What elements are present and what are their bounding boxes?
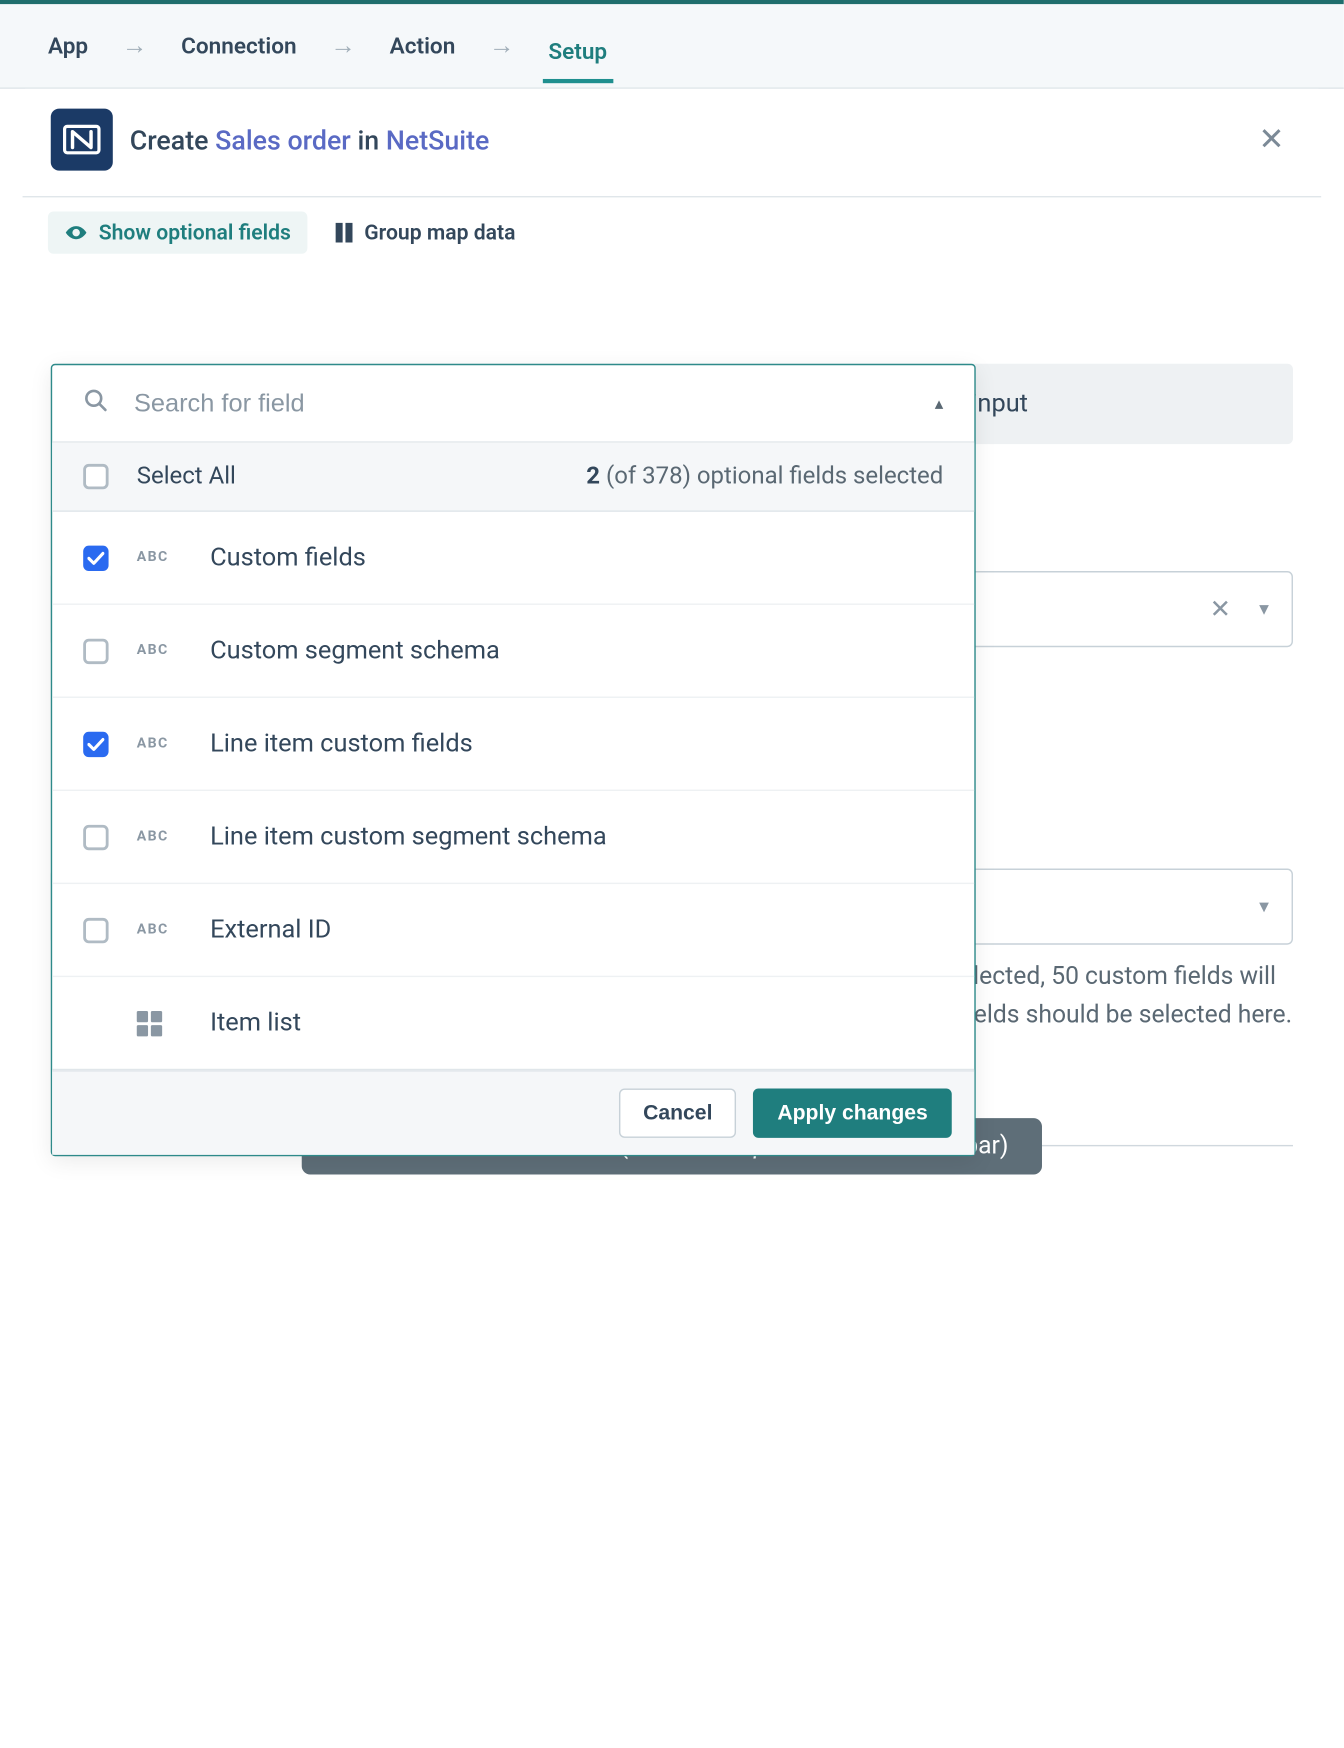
chevron-down-icon[interactable]: ▾: [1259, 598, 1269, 621]
dropdown-item[interactable]: Item list: [52, 977, 974, 1070]
dropdown-footer: Cancel Apply changes: [52, 1070, 974, 1155]
arrow-icon: →: [319, 31, 367, 61]
title-prefix: Create: [130, 123, 215, 155]
content-area: Enter custom field internal names, separ…: [23, 364, 1322, 1174]
dropdown-item[interactable]: ABC External ID: [52, 884, 974, 977]
show-optional-fields-button[interactable]: Show optional fields: [48, 212, 308, 254]
select-all-checkbox[interactable]: [83, 464, 108, 489]
caret-up-icon[interactable]: ▴: [935, 393, 944, 413]
item-label: Line item custom segment schema: [210, 822, 607, 852]
arrow-icon: →: [478, 31, 526, 61]
abc-type-icon: ABC: [137, 829, 182, 845]
grid-type-icon: [137, 1010, 162, 1035]
group-map-label: Group map data: [364, 220, 515, 245]
app-link[interactable]: NetSuite: [386, 123, 490, 155]
toolbar: Show optional fields Group map data: [23, 197, 1322, 265]
item-label: External ID: [210, 915, 331, 945]
card-header: Create Sales order in NetSuite ✕: [23, 89, 1322, 198]
dropdown-list: ABC Custom fields ABC Custom segment schema…: [52, 512, 974, 1070]
card: Create Sales order in NetSuite ✕ Show op…: [23, 89, 1322, 1231]
dropdown-search-row: ▴: [52, 365, 974, 443]
item-checkbox[interactable]: [83, 638, 108, 663]
cancel-button[interactable]: Cancel: [619, 1089, 736, 1138]
step-setup[interactable]: Setup: [543, 29, 613, 83]
step-connection[interactable]: Connection: [176, 24, 303, 68]
divider: [1042, 1145, 1293, 1146]
dropdown-item[interactable]: ABC Line item custom fields: [52, 698, 974, 791]
item-checkbox[interactable]: [83, 731, 108, 756]
object-link[interactable]: Sales order: [215, 123, 351, 155]
item-label: Custom segment schema: [210, 636, 500, 666]
item-checkbox[interactable]: [83, 545, 108, 570]
selected-count-text: 2 (of 378) optional fields selected: [586, 462, 943, 490]
step-action[interactable]: Action: [384, 24, 461, 68]
item-checkbox[interactable]: [83, 824, 108, 849]
item-label: Custom fields: [210, 543, 366, 573]
eye-icon: [65, 226, 88, 240]
optional-fields-dropdown: ▴ Select All 2 (of 378) optional fields …: [51, 364, 976, 1156]
item-checkbox[interactable]: [83, 917, 108, 942]
select-all-label: Select All: [137, 462, 236, 490]
group-map-data-button[interactable]: Group map data: [319, 212, 532, 254]
clear-icon[interactable]: ✕: [1204, 589, 1237, 630]
dropdown-item[interactable]: ABC Line item custom segment schema: [52, 791, 974, 884]
show-optional-label: Show optional fields: [99, 220, 291, 245]
apply-changes-button[interactable]: Apply changes: [753, 1089, 951, 1138]
abc-type-icon: ABC: [137, 736, 182, 752]
dropdown-item[interactable]: ABC Custom segment schema: [52, 605, 974, 698]
close-icon[interactable]: ✕: [1250, 114, 1293, 166]
search-icon: [83, 388, 108, 419]
chevron-down-icon[interactable]: ▾: [1259, 896, 1269, 919]
columns-icon: [336, 223, 353, 243]
abc-type-icon: ABC: [137, 550, 182, 566]
item-label: Item list: [210, 1008, 301, 1038]
item-label: Line item custom fields: [210, 729, 473, 759]
title-mid: in: [351, 123, 386, 155]
arrow-icon: →: [111, 31, 159, 61]
abc-type-icon: ABC: [137, 643, 182, 659]
dropdown-item[interactable]: ABC Custom fields: [52, 512, 974, 605]
card-title: Create Sales order in NetSuite: [130, 123, 490, 155]
netsuite-logo-icon: [51, 109, 113, 171]
abc-type-icon: ABC: [137, 922, 182, 938]
search-input[interactable]: [134, 388, 909, 418]
step-app[interactable]: App: [42, 24, 93, 68]
select-all-row[interactable]: Select All 2 (of 378) optional fields se…: [52, 443, 974, 512]
stepper: App → Connection → Action → Setup: [0, 4, 1344, 89]
